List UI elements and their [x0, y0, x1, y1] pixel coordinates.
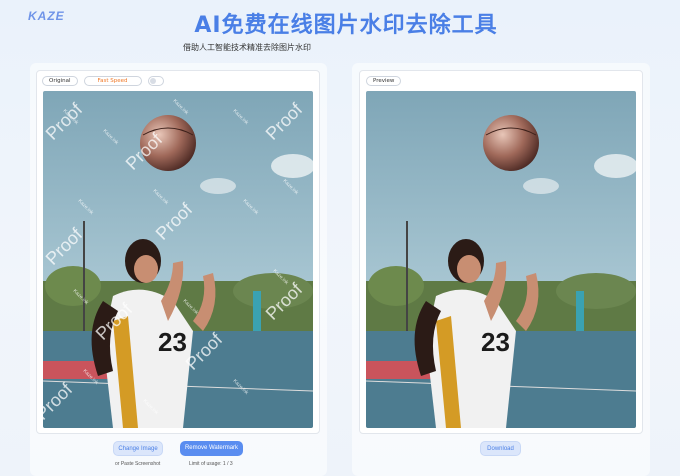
page-subtitle: 借助人工智能技术精准去除图片水印 [183, 43, 311, 52]
remove-watermark-button[interactable]: Remove Watermark [180, 441, 243, 456]
page-title: AI免费在线图片水印去除工具 [194, 13, 498, 38]
paste-screenshot-hint: or Paste Screenshot [115, 461, 161, 467]
preview-image: 23 [366, 91, 636, 428]
change-image-button[interactable]: Change Image [113, 441, 163, 456]
usage-limit-text: Limit of usage: 1 / 3 [189, 461, 233, 467]
original-image: 23 Proof Proof Proof Proof Proof Proof P… [43, 91, 313, 428]
original-mode-tab[interactable]: Original [42, 76, 78, 86]
svg-text:23: 23 [158, 327, 187, 357]
basketball-photo-watermarked: 23 Proof Proof Proof Proof Proof Proof P… [43, 91, 313, 428]
download-button[interactable]: Download [480, 441, 521, 456]
speed-toggle-switch[interactable] [147, 76, 164, 86]
fast-speed-tab[interactable]: Fast Speed [83, 76, 142, 86]
basketball-photo-clean: 23 [366, 91, 636, 428]
mode-toggle-group: Original Fast Speed [42, 76, 164, 86]
svg-text:23: 23 [481, 327, 510, 357]
preview-label: Preview [366, 76, 402, 86]
